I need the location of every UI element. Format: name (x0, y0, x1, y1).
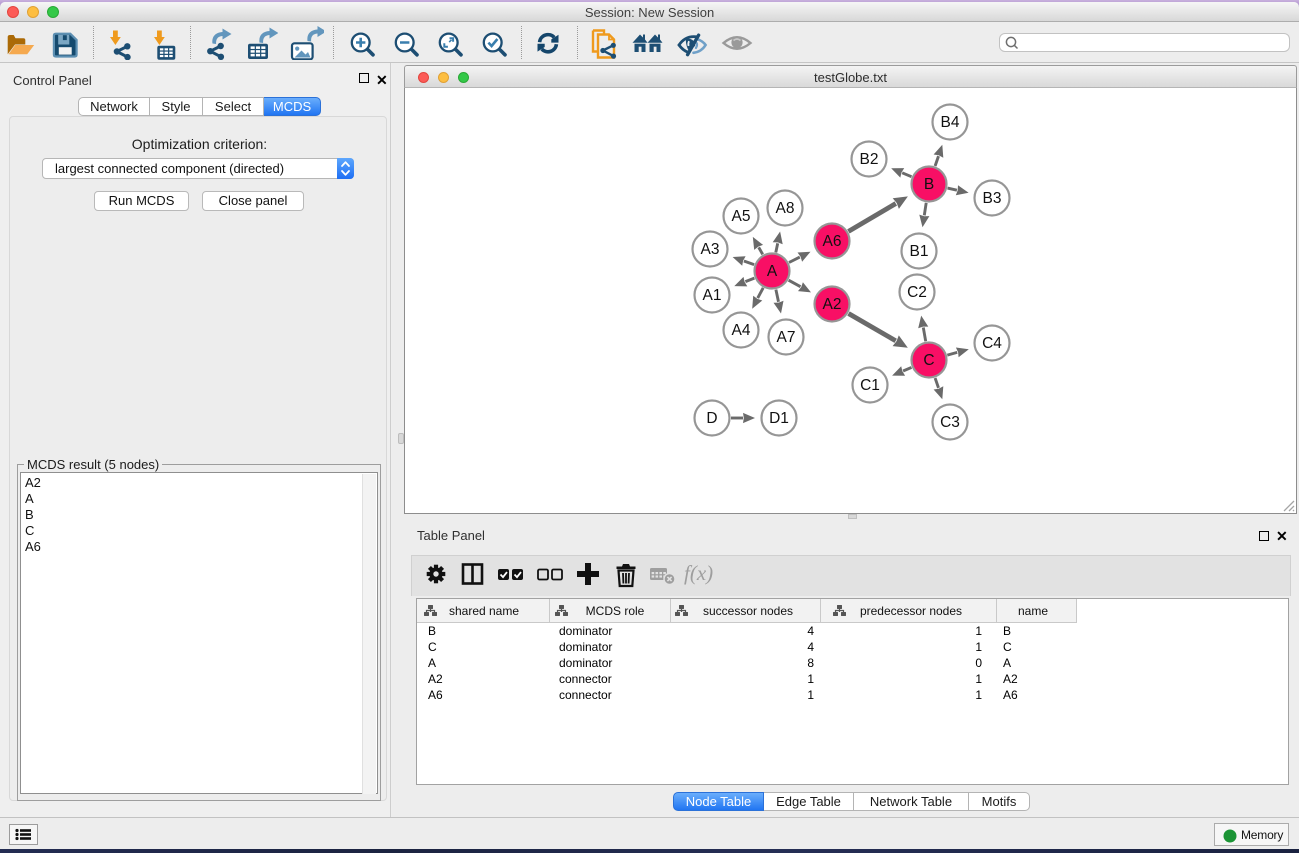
svg-text:B4: B4 (941, 114, 960, 131)
svg-text:D1: D1 (769, 410, 789, 427)
svg-text:A8: A8 (776, 200, 795, 217)
svg-text:A1: A1 (703, 287, 722, 304)
svg-text:A2: A2 (823, 296, 842, 313)
svg-text:A: A (767, 263, 778, 280)
svg-text:C4: C4 (982, 335, 1002, 352)
svg-text:D: D (706, 410, 717, 427)
svg-text:C: C (923, 352, 934, 369)
svg-text:B3: B3 (983, 190, 1002, 207)
svg-text:A5: A5 (732, 208, 751, 225)
svg-text:C1: C1 (860, 377, 880, 394)
svg-text:A6: A6 (823, 233, 842, 250)
svg-text:A7: A7 (777, 329, 796, 346)
svg-text:B1: B1 (910, 243, 929, 260)
svg-text:A3: A3 (701, 241, 720, 258)
svg-text:A4: A4 (732, 322, 751, 339)
svg-text:C2: C2 (907, 284, 927, 301)
svg-text:B: B (924, 176, 934, 193)
svg-text:C3: C3 (940, 414, 960, 431)
svg-text:B2: B2 (860, 151, 879, 168)
